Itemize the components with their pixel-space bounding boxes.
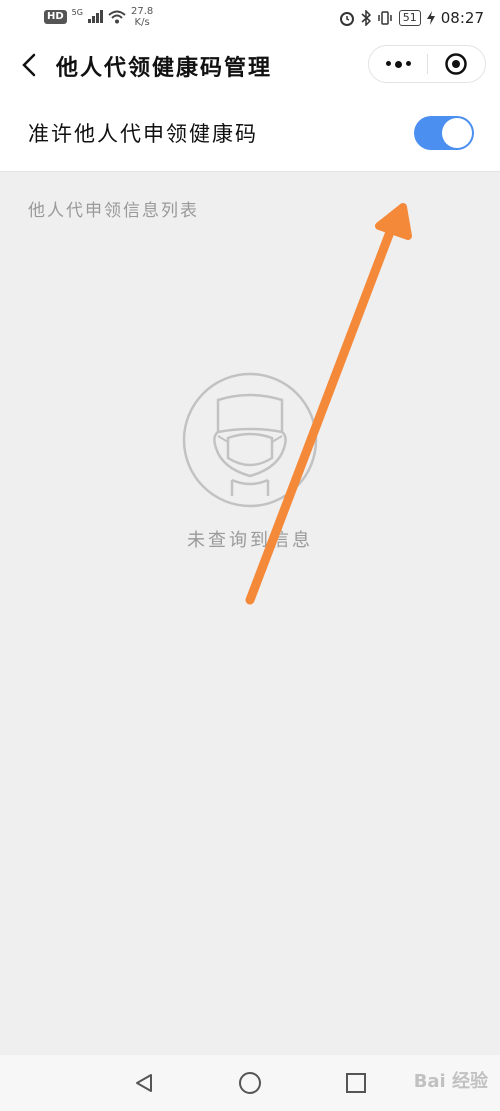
triangle-back-icon (136, 1074, 152, 1092)
nav-back-button[interactable] (130, 1069, 158, 1097)
section-title: 他人代申领信息列表 (28, 201, 199, 221)
signal-type: 5G (71, 7, 83, 17)
square-recent-icon (346, 1073, 366, 1093)
nav-home-button[interactable] (236, 1069, 264, 1097)
system-nav-bar: Bai 经验 (0, 1055, 500, 1111)
net-speed-unit: K/s (134, 17, 150, 28)
vibrate-icon (378, 11, 392, 25)
page-header: 他人代领健康码管理 (0, 36, 500, 96)
close-button[interactable] (428, 46, 485, 82)
circle-home-icon (239, 1072, 261, 1094)
status-left: HD 5G 27.8 K/s (44, 6, 153, 28)
more-dots-icon (385, 60, 411, 68)
status-bar: HD 5G 27.8 K/s 51 08:27 (0, 0, 500, 36)
more-button[interactable] (369, 46, 427, 82)
wifi-icon (108, 10, 126, 24)
watermark: Bai 经验 (413, 1071, 488, 1092)
target-close-icon (445, 53, 468, 75)
switch-knob (442, 118, 472, 148)
miniapp-capsule (368, 45, 486, 83)
back-button[interactable] (14, 50, 44, 80)
charging-icon (426, 11, 435, 25)
net-speed-value: 27.8 (130, 6, 154, 17)
signal-icon (87, 10, 103, 23)
net-speed: 27.8 K/s (131, 6, 153, 28)
person-avatar-icon (182, 372, 318, 508)
alarm-icon (339, 12, 354, 26)
allow-proxy-label: 准许他人代申领健康码 (28, 122, 258, 146)
status-right: 51 08:27 (339, 9, 484, 27)
battery-level: 51 (398, 10, 421, 26)
allow-proxy-switch[interactable] (414, 116, 474, 150)
chevron-left-icon (22, 53, 36, 77)
clock: 08:27 (440, 9, 484, 27)
hd-badge: HD (44, 10, 67, 24)
empty-message: 未查询到信息 (187, 530, 313, 551)
page-title: 他人代领健康码管理 (56, 56, 273, 81)
nav-recent-button[interactable] (342, 1069, 370, 1097)
allow-proxy-row: 准许他人代申领健康码 (0, 96, 500, 172)
bluetooth-icon (361, 10, 371, 26)
